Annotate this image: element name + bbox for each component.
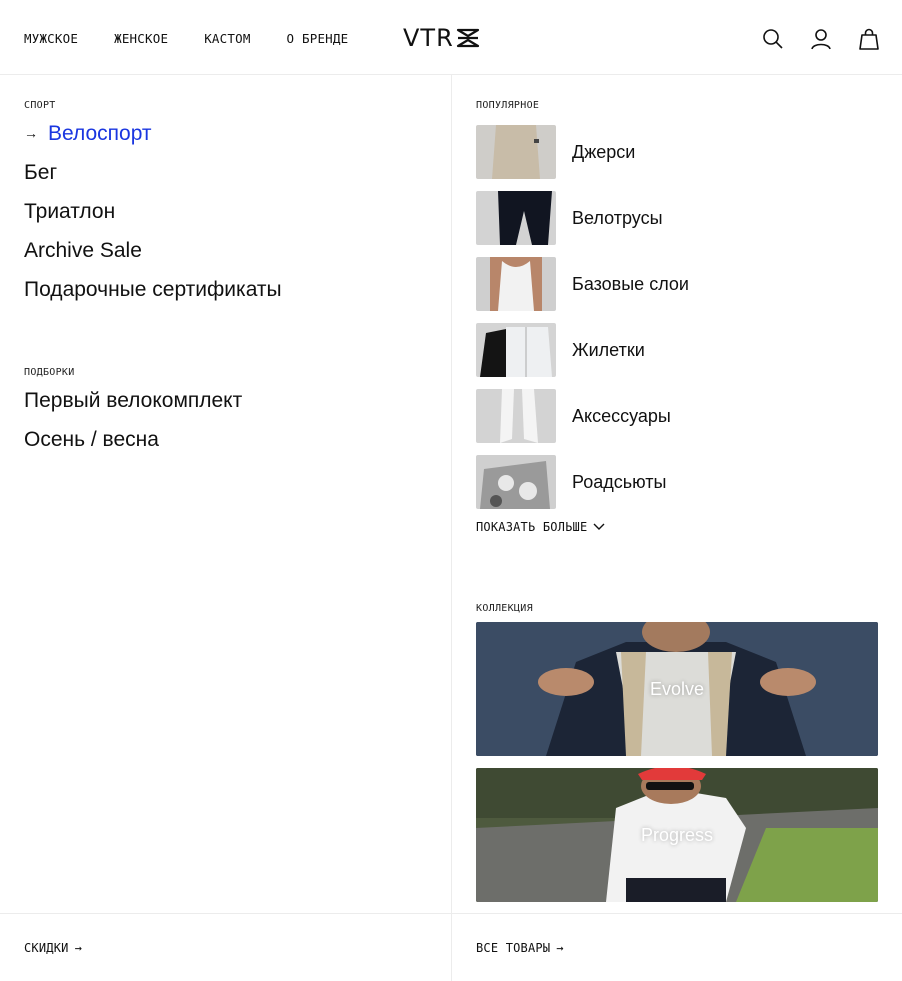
sport-item-gift-cards[interactable]: Подарочные сертификаты: [24, 270, 282, 309]
popular-item-label: Аксессуары: [572, 405, 671, 426]
account-icon[interactable]: [808, 26, 834, 52]
arrow-right-icon: →: [24, 125, 38, 141]
search-icon[interactable]: [760, 26, 786, 52]
roadsuits-thumbnail: [476, 455, 556, 509]
popular-item-label: Роадсьюты: [572, 471, 667, 492]
popular-list: Джерси Велотрусы Базовые слои Жилетки Ак…: [476, 119, 689, 515]
popular-section-label: ПОПУЛЯРНОЕ: [476, 100, 540, 111]
cart-icon[interactable]: [856, 26, 882, 52]
sport-item-label: Велоспорт: [48, 122, 152, 145]
all-products-link-label: ВСЕ ТОВАРЫ: [476, 941, 551, 955]
header-actions: [760, 26, 882, 52]
footer-divider: [0, 913, 902, 914]
collection-card-progress[interactable]: Progress: [476, 768, 878, 902]
popular-item-roadsuits[interactable]: Роадсьюты: [476, 449, 689, 515]
main-nav: МУЖСКОЕ ЖЕНСКОЕ КАСТОМ О БРЕНДЕ: [24, 31, 384, 46]
sport-section-label: СПОРТ: [24, 100, 56, 111]
collection-card-title: Progress: [640, 825, 714, 845]
collections-menu: Первый велокомплект Осень / весна: [24, 381, 242, 459]
sport-menu: → Велоспорт Бег Триатлон Archive Sale По…: [24, 114, 282, 309]
logo-mark-icon: [456, 28, 479, 48]
sport-item-triathlon[interactable]: Триатлон: [24, 192, 282, 231]
collection-card-title: Evolve: [649, 679, 705, 699]
sale-link[interactable]: СКИДКИ →: [24, 941, 82, 955]
collection-item-autumn-spring[interactable]: Осень / весна: [24, 420, 242, 459]
all-products-link[interactable]: ВСЕ ТОВАРЫ →: [476, 941, 564, 955]
popular-item-label: Джерси: [572, 141, 636, 162]
show-more-label: ПОКАЗАТЬ БОЛЬШЕ: [476, 520, 588, 534]
brand-logo[interactable]: VTR: [403, 24, 480, 52]
arrow-right-icon: →: [74, 941, 82, 955]
vests-thumbnail: [476, 323, 556, 377]
collection-section-label: КОЛЛЕКЦИЯ: [476, 603, 533, 614]
nav-women[interactable]: ЖЕНСКОЕ: [114, 31, 168, 46]
popular-item-label: Жилетки: [572, 339, 645, 360]
sport-item-archive-sale[interactable]: Archive Sale: [24, 231, 282, 270]
site-header: МУЖСКОЕ ЖЕНСКОЕ КАСТОМ О БРЕНДЕ VTR: [0, 0, 902, 75]
popular-item-jersey[interactable]: Джерси: [476, 119, 689, 185]
nav-about[interactable]: О БРЕНДЕ: [287, 31, 349, 46]
popular-item-label: Велотрусы: [572, 207, 663, 228]
popular-item-accessories[interactable]: Аксессуары: [476, 383, 689, 449]
sale-link-label: СКИДКИ: [24, 941, 69, 955]
popular-item-bib-shorts[interactable]: Велотрусы: [476, 185, 689, 251]
bib-shorts-thumbnail: [476, 191, 556, 245]
accessories-thumbnail: [476, 389, 556, 443]
popular-item-vests[interactable]: Жилетки: [476, 317, 689, 383]
arrow-right-icon: →: [556, 941, 564, 955]
nav-custom[interactable]: КАСТОМ: [204, 31, 250, 46]
column-divider: [451, 75, 452, 981]
nav-men[interactable]: МУЖСКОЕ: [24, 31, 78, 46]
jersey-thumbnail: [476, 125, 556, 179]
collections-section-label: ПОДБОРКИ: [24, 367, 75, 378]
sport-item-running[interactable]: Бег: [24, 153, 282, 192]
show-more-button[interactable]: ПОКАЗАТЬ БОЛЬШЕ: [476, 520, 605, 534]
logo-text: VTR: [403, 24, 454, 52]
sport-item-cycling[interactable]: → Велоспорт: [24, 114, 282, 153]
popular-item-base-layers[interactable]: Базовые слои: [476, 251, 689, 317]
base-layers-thumbnail: [476, 257, 556, 311]
collection-card-evolve[interactable]: Evolve: [476, 622, 878, 756]
popular-item-label: Базовые слои: [572, 273, 689, 294]
collection-item-first-kit[interactable]: Первый велокомплект: [24, 381, 242, 420]
chevron-down-icon: [593, 523, 605, 530]
